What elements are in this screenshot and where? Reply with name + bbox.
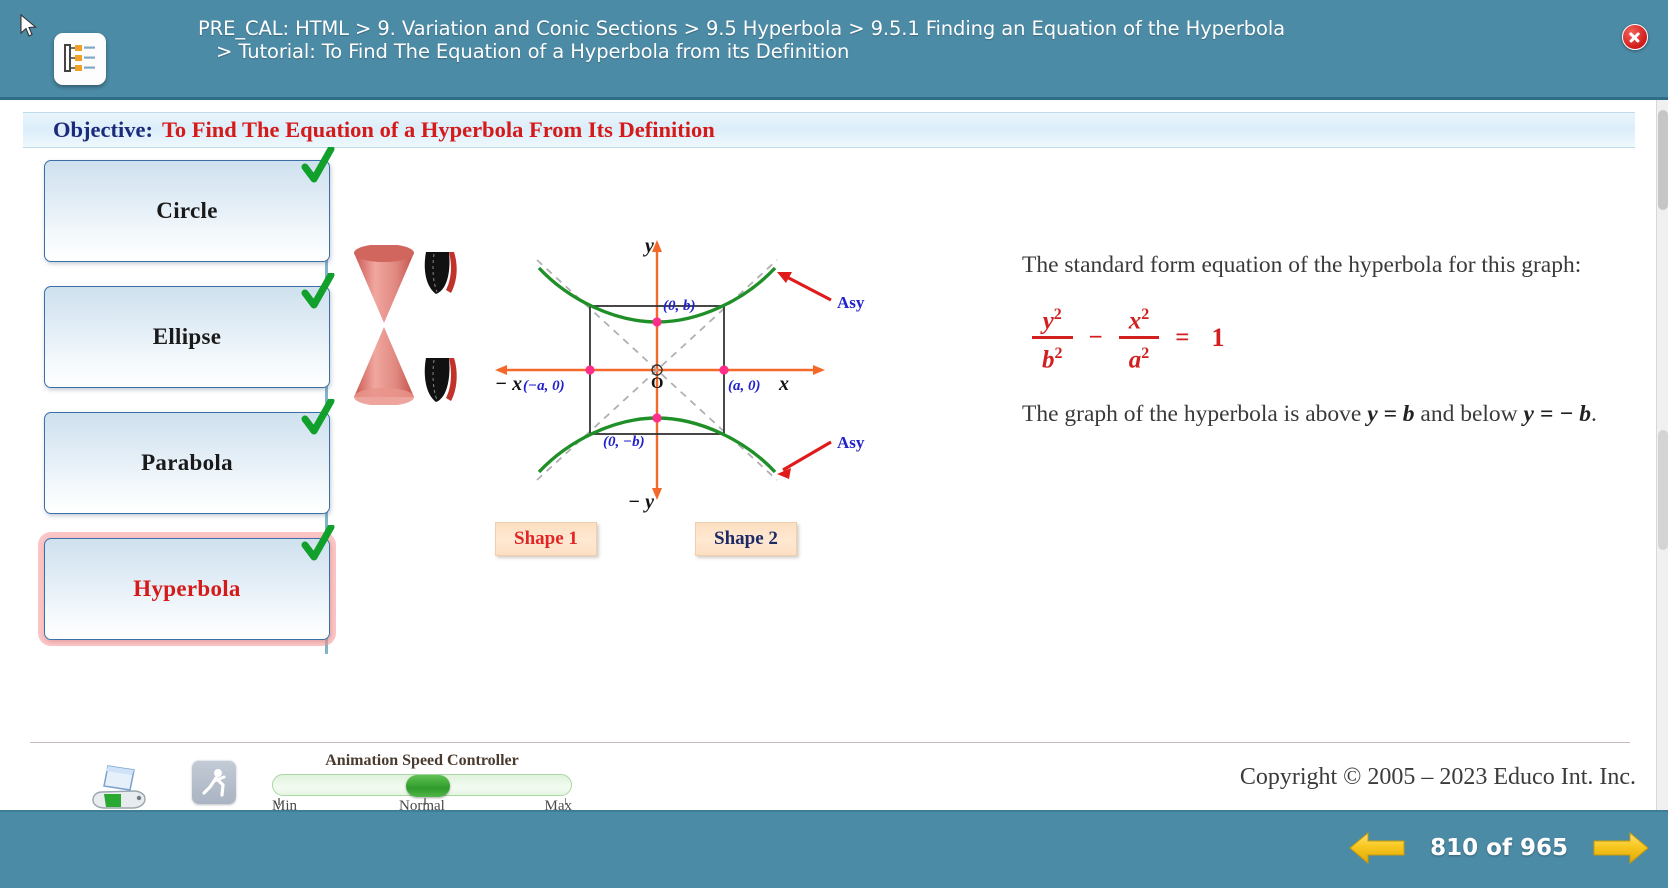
sidebar-item-label: Parabola bbox=[141, 450, 233, 475]
breadcrumb: PRE_CAL: HTML > 9. Variation and Conic S… bbox=[198, 17, 1448, 63]
vertical-scrollbar[interactable] bbox=[1656, 100, 1668, 810]
checkmark-icon bbox=[301, 399, 335, 435]
footer-bar: 810 of 965 bbox=[0, 810, 1668, 888]
arrow-right-icon[interactable] bbox=[1592, 826, 1650, 870]
animation-speed-controller: Animation Speed Controller Min Normal Ma… bbox=[272, 752, 572, 816]
equation-den2-sup: 2 bbox=[1141, 344, 1150, 362]
shape-2-button[interactable]: Shape 2 bbox=[695, 522, 797, 556]
axis-label-y-negative: − y bbox=[628, 491, 654, 513]
explanation-panel: The standard form equation of the hyperb… bbox=[1022, 250, 1622, 429]
sidebar-item-ellipse[interactable]: Ellipse bbox=[44, 273, 335, 388]
checkmark-icon bbox=[301, 525, 335, 561]
equation-den1: b bbox=[1042, 346, 1055, 374]
equation-den1-sup: 2 bbox=[1054, 344, 1063, 362]
sidebar-item-parabola[interactable]: Parabola bbox=[44, 399, 335, 514]
fraction-bar bbox=[1118, 336, 1160, 339]
origin-label: O bbox=[651, 375, 663, 392]
scrollbar-thumb[interactable] bbox=[1658, 110, 1668, 210]
conic-cross-sections bbox=[424, 252, 457, 402]
sidebar-item-label: Hyperbola bbox=[133, 576, 241, 601]
equation-rhs: 1 bbox=[1211, 322, 1225, 352]
equation-num1: y bbox=[1042, 307, 1054, 335]
hyperbola-graph: y − y x − x O (0, b) (0, −b) (−a, 0) (a,… bbox=[495, 235, 865, 513]
equation-num1-sup: 2 bbox=[1053, 306, 1062, 323]
note-part-1: The graph of the hyperbola is above bbox=[1022, 401, 1362, 428]
point-label-left: (−a, 0) bbox=[523, 378, 565, 394]
objective-bar: Objective: To Find The Equation of a Hyp… bbox=[23, 112, 1635, 148]
equation-equals: = bbox=[1175, 323, 1190, 351]
speed-slider-track[interactable] bbox=[272, 774, 572, 797]
equation-operator: − bbox=[1088, 323, 1103, 351]
copyright-text: Copyright © 2005 – 2023 Educo Int. Inc. bbox=[1239, 764, 1636, 790]
shape-1-button[interactable]: Shape 1 bbox=[495, 522, 597, 556]
explanation-intro: The standard form equation of the hyperb… bbox=[1022, 252, 1582, 278]
mouse-pointer-icon bbox=[20, 14, 37, 37]
header-bar: PRE_CAL: HTML > 9. Variation and Conic S… bbox=[0, 0, 1668, 100]
note-variable-2: y = − b bbox=[1523, 401, 1591, 428]
fraction-bar bbox=[1032, 336, 1073, 339]
point-label-bottom: (0, −b) bbox=[603, 434, 645, 450]
note-end: . bbox=[1590, 401, 1597, 428]
double-cone-illustration bbox=[354, 245, 414, 405]
breadcrumb-line-1: PRE_CAL: HTML > 9. Variation and Conic S… bbox=[198, 17, 1286, 40]
pagination-controls: 810 of 965 bbox=[1348, 826, 1650, 870]
axis-label-x-positive: x bbox=[778, 373, 789, 395]
fraction-x-over-a: x2 a2 bbox=[1118, 302, 1160, 374]
axis-label-y-positive: y bbox=[643, 235, 654, 257]
sidebar-item-label: Circle bbox=[156, 198, 218, 223]
application-window: PRE_CAL: HTML > 9. Variation and Conic S… bbox=[0, 0, 1668, 888]
equation-den2: a bbox=[1128, 346, 1142, 374]
speed-slider-thumb[interactable] bbox=[406, 775, 450, 797]
hyperbola-diagram: y − y x − x O (0, b) (0, −b) (−a, 0) (a,… bbox=[340, 150, 940, 570]
checkmark-icon bbox=[301, 273, 335, 309]
printer-icon[interactable] bbox=[88, 762, 150, 812]
standard-form-equation: y2 b2 − x2 a2 = 1 bbox=[1028, 302, 1622, 373]
objective-label: Objective: bbox=[53, 117, 153, 142]
tree-outline-icon[interactable] bbox=[54, 33, 106, 85]
note-part-2: and below bbox=[1420, 401, 1518, 428]
note-variable-1: y = b bbox=[1367, 401, 1415, 428]
animation-person-icon[interactable] bbox=[192, 760, 236, 804]
fraction-y-over-b: y2 b2 bbox=[1032, 302, 1073, 373]
sidebar-item-hyperbola[interactable]: Hyperbola bbox=[44, 525, 335, 640]
sidebar-item-circle[interactable]: Circle bbox=[44, 147, 335, 262]
asymptote-arrow-lower bbox=[777, 440, 832, 479]
conic-sections-sidebar: Circle Ellipse Parabola Hyperbola bbox=[28, 147, 335, 654]
equation-num2: x bbox=[1128, 307, 1142, 335]
scrollbar-thumb-secondary[interactable] bbox=[1658, 430, 1668, 550]
asymptote-label-lower: Asymptotes bbox=[837, 433, 865, 452]
explanation-note: The graph of the hyperbola is above y = … bbox=[1022, 399, 1622, 429]
objective-text: To Find The Equation of a Hyperbola From… bbox=[161, 117, 715, 142]
asymptote-label-upper: Asymptotes bbox=[837, 293, 865, 312]
page-indicator: 810 of 965 bbox=[1430, 835, 1568, 861]
close-icon[interactable] bbox=[1622, 24, 1648, 50]
point-label-top: (0, b) bbox=[663, 298, 696, 314]
toolbar-divider bbox=[30, 742, 1630, 743]
arrow-left-icon[interactable] bbox=[1348, 826, 1406, 870]
asymptote-arrow-upper bbox=[777, 272, 832, 302]
breadcrumb-line-2: > Tutorial: To Find The Equation of a Hy… bbox=[216, 40, 850, 63]
point-label-right: (a, 0) bbox=[728, 378, 761, 394]
checkmark-icon bbox=[301, 147, 335, 183]
equation-num2-sup: 2 bbox=[1141, 306, 1150, 323]
axis-label-x-negative: − x bbox=[495, 373, 522, 395]
sidebar-item-label: Ellipse bbox=[152, 324, 222, 349]
speed-controller-label: Animation Speed Controller bbox=[325, 752, 519, 769]
